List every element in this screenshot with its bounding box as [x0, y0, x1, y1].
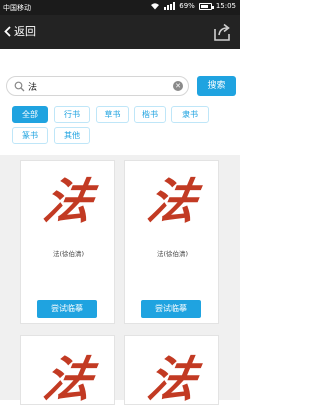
result-caption: 法(徐伯清)	[52, 250, 85, 258]
battery-icon	[198, 2, 214, 10]
chip-seal[interactable]: 篆书	[12, 127, 48, 144]
result-caption: 法(徐伯清)	[156, 250, 189, 258]
result-card[interactable]: 法 法(徐伯清) 尝试临摹	[20, 160, 115, 324]
result-card[interactable]: 法 法(徐伯清) 尝试临摹	[124, 160, 219, 324]
calligraphy-image: 法	[143, 174, 202, 230]
chip-other[interactable]: 其他	[54, 127, 90, 144]
try-copy-button[interactable]: 尝试临摹	[37, 300, 97, 318]
search-panel: ✕ 搜索 全部 行书 草书 楷书 隶书 篆书 其他	[0, 49, 240, 155]
battery-percent: 69%	[179, 2, 195, 10]
title-bar: 返回	[0, 15, 240, 49]
carrier-name: 中国移动	[3, 4, 31, 12]
chip-regular[interactable]: 楷书	[134, 106, 166, 123]
result-card[interactable]: 法	[20, 335, 115, 408]
clock: 15:05	[215, 2, 236, 10]
back-label: 返回	[14, 25, 36, 38]
search-box: ✕	[6, 76, 189, 96]
calligraphy-image: 法	[39, 352, 98, 408]
wifi-icon	[151, 3, 160, 10]
share-icon[interactable]	[212, 22, 232, 42]
chip-clerical[interactable]: 隶书	[171, 106, 209, 123]
signal-icon	[164, 2, 176, 10]
back-button[interactable]: 返回	[4, 23, 36, 39]
chip-running[interactable]: 行书	[54, 106, 90, 123]
search-input[interactable]	[28, 79, 168, 93]
result-card[interactable]: 法	[124, 335, 219, 408]
search-button[interactable]: 搜索	[197, 76, 236, 96]
try-copy-button[interactable]: 尝试临摹	[141, 300, 201, 318]
results-grid: 法 法(徐伯清) 尝试临摹 法 法(徐伯清) 尝试临摹 法 法	[0, 155, 240, 408]
calligraphy-image: 法	[143, 352, 202, 408]
status-bar: 中国移动 69% 15:05	[0, 0, 240, 15]
chip-all[interactable]: 全部	[12, 106, 48, 123]
chip-cursive[interactable]: 草书	[96, 106, 129, 123]
clear-icon[interactable]: ✕	[173, 81, 183, 91]
chevron-left-icon	[4, 25, 11, 37]
calligraphy-image: 法	[39, 174, 98, 230]
battery-fill	[200, 4, 209, 8]
status-icons: 69% 15:05	[150, 2, 236, 10]
search-icon	[14, 81, 25, 92]
